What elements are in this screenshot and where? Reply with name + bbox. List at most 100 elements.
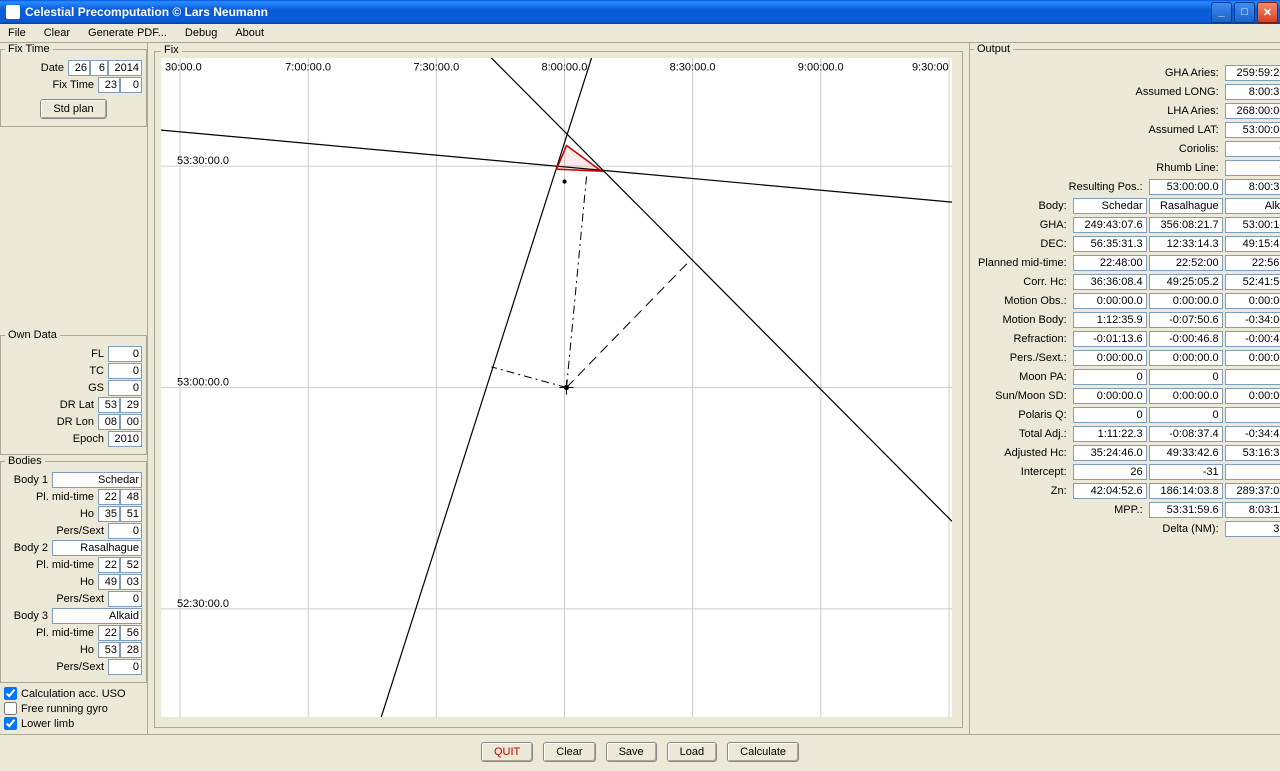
owndata-group: Own Data FL TC GS DR Lat DR Lon Epoch	[0, 329, 147, 455]
uso-checkbox[interactable]	[4, 687, 17, 700]
moonpa-c1: 0	[1073, 369, 1147, 385]
stdplan-button[interactable]: Std plan	[40, 99, 106, 119]
menu-about[interactable]: About	[231, 26, 268, 40]
body2-ho-m[interactable]	[120, 574, 142, 590]
dec-row-label: DEC:	[1040, 238, 1066, 250]
fix-legend: Fix	[161, 44, 182, 56]
body1-name-input[interactable]	[52, 472, 142, 488]
drlat-deg-input[interactable]	[98, 397, 120, 413]
menu-debug[interactable]: Debug	[181, 26, 221, 40]
ps-c2: 0:00:00.0	[1149, 350, 1223, 366]
gha-c1: 249:43:07.6	[1073, 217, 1147, 233]
menu-clear[interactable]: Clear	[40, 26, 74, 40]
assumed-long-label: Assumed LONG:	[1136, 86, 1219, 98]
mbody-row-label: Motion Body:	[1002, 314, 1066, 326]
lha-aries-label: LHA Aries:	[1167, 105, 1218, 117]
drlat-min-input[interactable]	[120, 397, 142, 413]
drlat-label: DR Lat	[60, 399, 94, 411]
plmid-c3: 22:56:00	[1225, 255, 1280, 271]
moonpa-row-label: Moon PA:	[1019, 371, 1067, 383]
tc-input[interactable]	[108, 363, 142, 379]
fixtime-legend: Fix Time	[5, 43, 53, 55]
ahc-row-label: Adjusted Hc:	[1004, 447, 1066, 459]
coriolis-value: 0.0	[1225, 141, 1280, 157]
body2-name-input[interactable]	[52, 540, 142, 556]
body2-ps-input[interactable]	[108, 591, 142, 607]
mobs-c2: 0:00:00.0	[1149, 293, 1223, 309]
body2-plmid-m[interactable]	[120, 557, 142, 573]
body3-name-input[interactable]	[52, 608, 142, 624]
corrhc-c3: 52:41:50.6	[1225, 274, 1280, 290]
close-button[interactable]: ✕	[1257, 2, 1278, 23]
zn-c1: 42:04:52.6	[1073, 483, 1147, 499]
body1-plmid-m[interactable]	[120, 489, 142, 505]
fixtime-min-input[interactable]	[120, 77, 142, 93]
tadj-c2: -0:08:37.4	[1149, 426, 1223, 442]
body1-ho-label: Ho	[80, 508, 94, 520]
body2-ps-label: Pers/Sext	[56, 593, 104, 605]
drlon-min-input[interactable]	[120, 414, 142, 430]
fixtime-group: Fix Time Date Fix Time Std plan	[0, 43, 147, 127]
smsd-row-label: Sun/Moon SD:	[995, 390, 1067, 402]
assumed-long-value: 8:00:39.9	[1225, 84, 1280, 100]
maximize-button[interactable]: □	[1234, 2, 1255, 23]
body1-ho-m[interactable]	[120, 506, 142, 522]
clear-button[interactable]: Clear	[543, 742, 595, 762]
gha-row-label: GHA:	[1040, 219, 1067, 231]
date-year-input[interactable]	[108, 60, 142, 76]
delta-value: 3.57	[1225, 521, 1280, 537]
bodies-legend: Bodies	[5, 455, 45, 467]
polq-c1: 0	[1073, 407, 1147, 423]
fl-input[interactable]	[108, 346, 142, 362]
date-label: Date	[41, 62, 64, 74]
quit-button[interactable]: QUIT	[481, 742, 533, 762]
body3-ps-input[interactable]	[108, 659, 142, 675]
date-day-input[interactable]	[68, 60, 90, 76]
body3-plmid-m[interactable]	[120, 625, 142, 641]
mobs-row-label: Motion Obs.:	[1004, 295, 1066, 307]
owndata-legend: Own Data	[5, 329, 60, 341]
svg-text:8:30:00.0: 8:30:00.0	[670, 61, 716, 73]
zn-c3: 289:37:03.4	[1225, 483, 1280, 499]
menu-file[interactable]: File	[4, 26, 30, 40]
gs-input[interactable]	[108, 380, 142, 396]
load-button[interactable]: Load	[667, 742, 717, 762]
minimize-button[interactable]: _	[1211, 2, 1232, 23]
body2-label: Body 2	[14, 542, 48, 554]
int-c1: 26	[1073, 464, 1147, 480]
body3-ho-m[interactable]	[120, 642, 142, 658]
rhumb-value: 0.0	[1225, 160, 1280, 176]
plmid-row-label: Planned mid-time:	[978, 257, 1067, 269]
menu-genpdf[interactable]: Generate PDF...	[84, 26, 171, 40]
smsd-c1: 0:00:00.0	[1073, 388, 1147, 404]
body3-ho-d[interactable]	[98, 642, 120, 658]
date-month-input[interactable]	[90, 60, 108, 76]
save-button[interactable]: Save	[606, 742, 657, 762]
body3-plmid-h[interactable]	[98, 625, 120, 641]
int-c2: -31	[1149, 464, 1223, 480]
tc-label: TC	[89, 365, 104, 377]
mobs-c3: 0:00:00.0	[1225, 293, 1280, 309]
limb-checkbox[interactable]	[4, 717, 17, 730]
limb-label: Lower limb	[21, 718, 74, 730]
resultingpos-lon: 8:00:39.9	[1225, 179, 1280, 195]
body1-ho-d[interactable]	[98, 506, 120, 522]
lha-aries-value: 268:00:00.0	[1225, 103, 1280, 119]
body2-plmid-h[interactable]	[98, 557, 120, 573]
output-legend: Output	[974, 43, 1013, 55]
body-col1: Schedar	[1073, 198, 1147, 214]
fixtime-hour-input[interactable]	[98, 77, 120, 93]
app-icon	[6, 5, 20, 19]
epoch-input[interactable]	[108, 431, 142, 447]
body2-ho-d[interactable]	[98, 574, 120, 590]
gyro-checkbox[interactable]	[4, 702, 17, 715]
drlon-deg-input[interactable]	[98, 414, 120, 430]
body1-ps-input[interactable]	[108, 523, 142, 539]
gha-aries-value: 259:59:20.1	[1225, 65, 1280, 81]
gyro-label: Free running gyro	[21, 703, 108, 715]
fix-plot[interactable]: 30:00.0 7:00:00.0 7:30:00.0 8:00:00.0 8:…	[161, 58, 952, 717]
body1-plmid-h[interactable]	[98, 489, 120, 505]
drlon-label: DR Lon	[57, 416, 94, 428]
calculate-button[interactable]: Calculate	[727, 742, 799, 762]
mbody-c1: 1:12:35.9	[1073, 312, 1147, 328]
